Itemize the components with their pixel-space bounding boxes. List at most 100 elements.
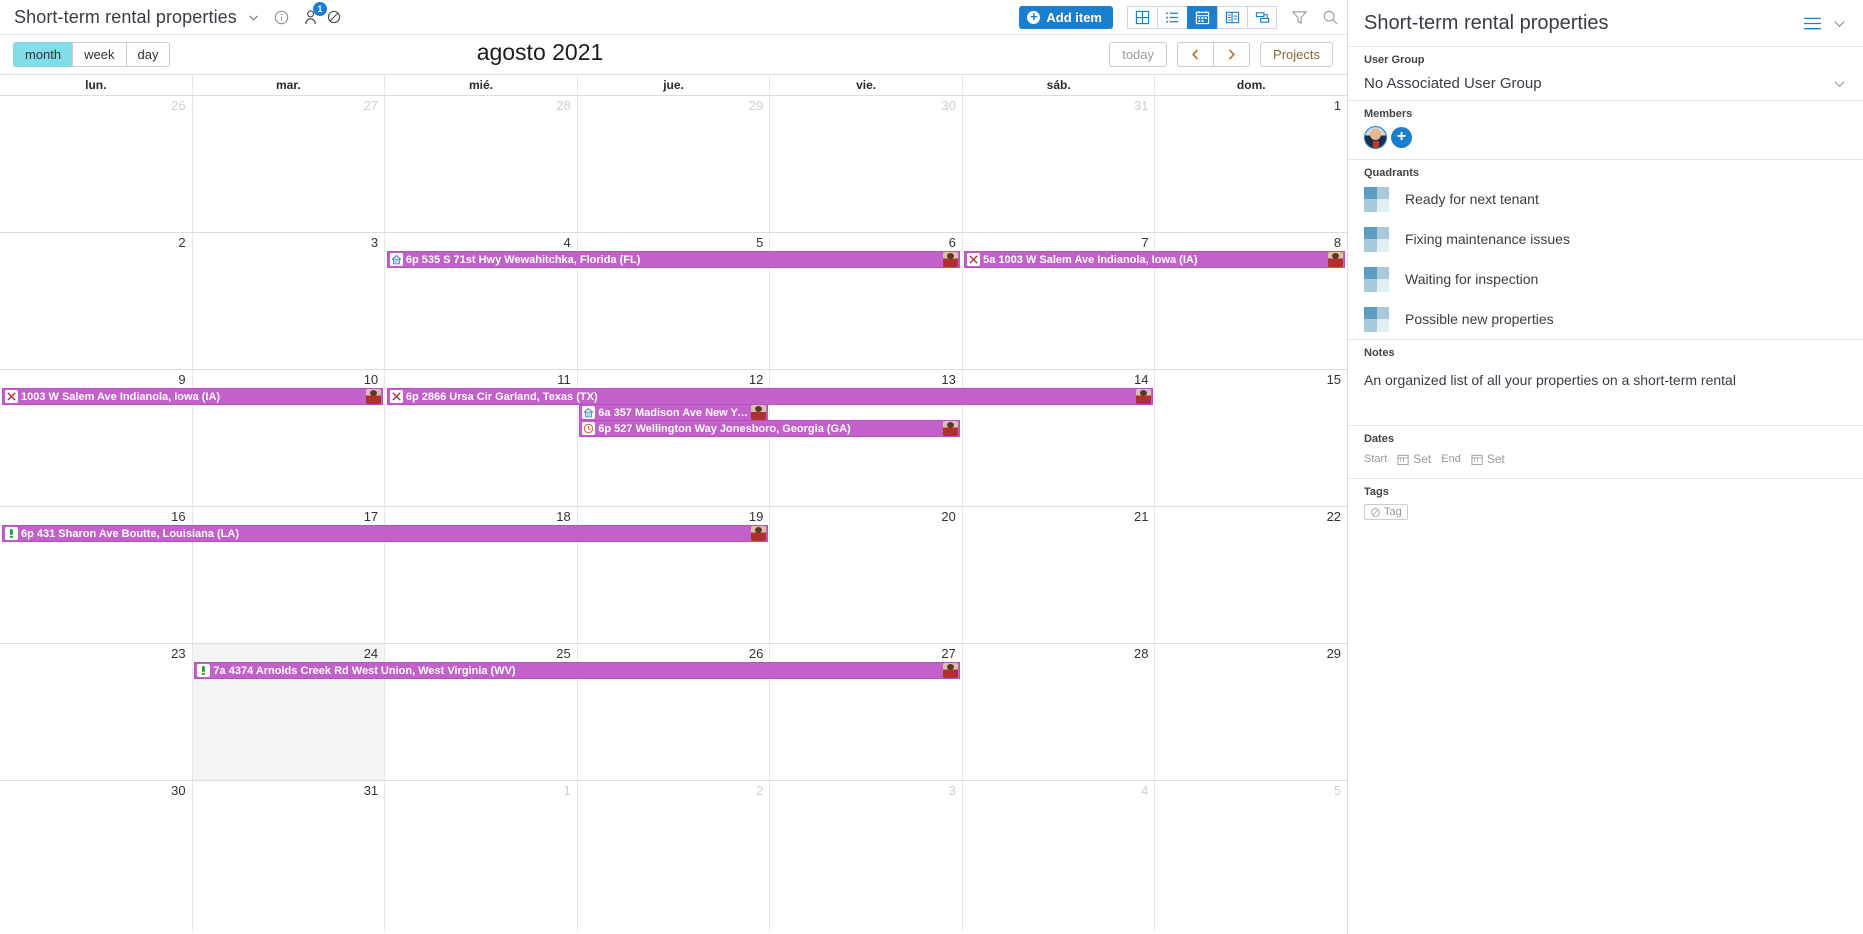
- member-avatar[interactable]: [1364, 126, 1387, 149]
- dates-label: Dates: [1364, 433, 1394, 446]
- calendar-day-cell[interactable]: 22: [1154, 507, 1347, 643]
- day-header-mon: lun.: [85, 78, 107, 92]
- scissors-icon: [5, 390, 18, 403]
- day-number: 8: [1333, 235, 1342, 250]
- notes-text[interactable]: An organized list of all your properties…: [1364, 359, 1847, 425]
- calendar-day-cell[interactable]: 27: [191, 96, 385, 232]
- add-item-button[interactable]: + Add item: [1019, 6, 1113, 29]
- calendar-week-row: 2 3 4 5 6 7 8 6p 535 S 71st Hwy Wewahitchka, Fl…: [0, 233, 1347, 370]
- top-toolbar-right: + Add item: [1019, 0, 1339, 35]
- search-icon[interactable]: [1322, 9, 1339, 26]
- calendar-day-cell[interactable]: 4: [961, 781, 1155, 931]
- user-group-select[interactable]: No Associated User Group: [1364, 66, 1847, 100]
- next-month-button[interactable]: [1213, 42, 1251, 67]
- quadrants-section: Quadrants Ready for next tenant Fixing ma…: [1348, 159, 1863, 339]
- view-mode-week[interactable]: week: [72, 42, 126, 67]
- calendar-event-avatar: [943, 663, 959, 678]
- view-table-button[interactable]: [1217, 6, 1247, 29]
- filter-icon[interactable]: [1291, 9, 1308, 26]
- hamburger-icon[interactable]: [1803, 16, 1822, 31]
- calendar-day-cell[interactable]: 20: [769, 507, 962, 643]
- info-icon[interactable]: [274, 10, 289, 25]
- chevron-down-icon[interactable]: [1832, 16, 1847, 31]
- calendar-event[interactable]: 6p 527 Wellington Way Jonesboro, Georgia…: [579, 420, 961, 437]
- calendar-set-icon: [1471, 453, 1484, 466]
- day-number: 25: [556, 646, 571, 661]
- quadrant-item[interactable]: Fixing maintenance issues: [1364, 219, 1847, 259]
- add-member-button[interactable]: +: [1391, 127, 1412, 148]
- prev-month-button[interactable]: [1177, 42, 1214, 67]
- people-icon[interactable]: 1: [303, 1, 327, 26]
- calendar-event[interactable]: 6p 2866 Ursa Cir Garland, Texas (TX): [386, 388, 1153, 405]
- view-board-button[interactable]: [1127, 6, 1157, 29]
- day-number: 26: [171, 98, 186, 113]
- calendar-event-avatar: [750, 526, 766, 541]
- day-number: 29: [1326, 646, 1342, 661]
- calendar-nav: today Projects: [1109, 42, 1333, 67]
- calendar-day-cell[interactable]: 2: [0, 233, 192, 369]
- calendar-day-cell[interactable]: 5: [1154, 781, 1347, 931]
- quadrant-label: Possible new properties: [1405, 311, 1554, 327]
- clock-icon: [582, 422, 596, 435]
- view-timeline-button[interactable]: [1247, 6, 1277, 29]
- calendar-day-cell[interactable]: 29: [1154, 644, 1347, 780]
- calendar-day-cell[interactable]: 26: [0, 96, 192, 232]
- calendar-event[interactable]: 6a 357 Madison Ave New York, New York (N…: [579, 404, 768, 421]
- calendar-day-cell[interactable]: 30: [769, 96, 962, 232]
- add-tag-chip[interactable]: Tag: [1364, 504, 1408, 521]
- view-mode-month[interactable]: month: [13, 42, 73, 67]
- calendar-event[interactable]: 6p 535 S 71st Hwy Wewahitchka, Florida (…: [386, 251, 961, 268]
- calendar-day-cell[interactable]: 31: [191, 781, 385, 931]
- calendar-day-cell[interactable]: 3: [191, 233, 385, 369]
- calendar-day-cell[interactable]: 31: [961, 96, 1155, 232]
- calendar-event[interactable]: 1003 W Salem Ave Indianola, Iowa (IA): [2, 388, 383, 405]
- day-number: 28: [556, 98, 571, 113]
- calendar-day-cell[interactable]: 1: [1154, 96, 1347, 232]
- start-date-set-button[interactable]: Set: [1397, 452, 1431, 466]
- day-number: 31: [1134, 98, 1149, 113]
- chevron-down-icon[interactable]: [1832, 76, 1847, 91]
- quadrant-item[interactable]: Possible new properties: [1364, 299, 1847, 339]
- calendar-day-cell[interactable]: 2: [576, 781, 770, 931]
- quadrant-icon: [1364, 226, 1389, 252]
- calendar-day-cell[interactable]: 29: [576, 96, 770, 232]
- calendar-day-cell[interactable]: 3: [769, 781, 962, 931]
- calendar-day-cell[interactable]: 23: [0, 644, 192, 780]
- calendar-day-cell[interactable]: 15: [1154, 370, 1347, 506]
- day-number: 7: [1141, 235, 1149, 250]
- day-number: 27: [941, 646, 956, 661]
- day-number: 16: [171, 509, 186, 524]
- day-header-sat: sáb.: [961, 75, 1155, 95]
- view-list-button[interactable]: [1157, 6, 1187, 29]
- calendar-set-icon: [1397, 453, 1410, 466]
- end-date-set-button[interactable]: Set: [1471, 452, 1505, 466]
- calendar-day-cell[interactable]: 21: [961, 507, 1155, 643]
- quadrant-label: Fixing maintenance issues: [1405, 231, 1570, 247]
- quadrant-item[interactable]: Waiting for inspection: [1364, 259, 1847, 299]
- calendar-event[interactable]: 5a 1003 W Salem Ave Indianola, Iowa (IA): [964, 251, 1345, 268]
- view-calendar-button[interactable]: [1187, 6, 1217, 29]
- calendar-day-cell[interactable]: 1: [384, 781, 577, 931]
- house-icon: [582, 406, 596, 419]
- calendar-day-cell[interactable]: 28: [961, 644, 1155, 780]
- day-number: 10: [363, 372, 379, 387]
- chevron-down-icon[interactable]: [247, 11, 260, 24]
- quadrant-item[interactable]: Ready for next tenant: [1364, 179, 1847, 219]
- calendar-day-cell[interactable]: 30: [0, 781, 192, 931]
- calendar-week-row: 23 24 25 26 27 28 29 7a 4374 Arnolds Creek Rd W…: [0, 644, 1347, 781]
- view-switcher: [1127, 6, 1277, 29]
- alert-icon: [197, 664, 211, 677]
- notes-section: Notes An organized list of all your prop…: [1348, 339, 1863, 425]
- tag-icon[interactable]: [326, 9, 342, 25]
- quadrant-label: Waiting for inspection: [1405, 271, 1539, 287]
- projects-button[interactable]: Projects: [1260, 42, 1333, 67]
- top-toolbar: Short-term rental properties 1 + Add ite…: [0, 0, 1347, 35]
- today-button[interactable]: today: [1109, 42, 1168, 67]
- calendar-day-cell[interactable]: 28: [384, 96, 577, 232]
- quadrant-list: Ready for next tenant Fixing maintenance …: [1364, 179, 1847, 339]
- calendar-event[interactable]: 6p 431 Sharon Ave Boutte, Louisiana (LA): [2, 525, 768, 542]
- calendar-title: agosto 2021: [476, 39, 604, 65]
- day-header-thu: jue.: [576, 75, 770, 95]
- calendar-event[interactable]: 7a 4374 Arnolds Creek Rd West Union, Wes…: [194, 662, 961, 679]
- view-mode-day[interactable]: day: [125, 42, 171, 67]
